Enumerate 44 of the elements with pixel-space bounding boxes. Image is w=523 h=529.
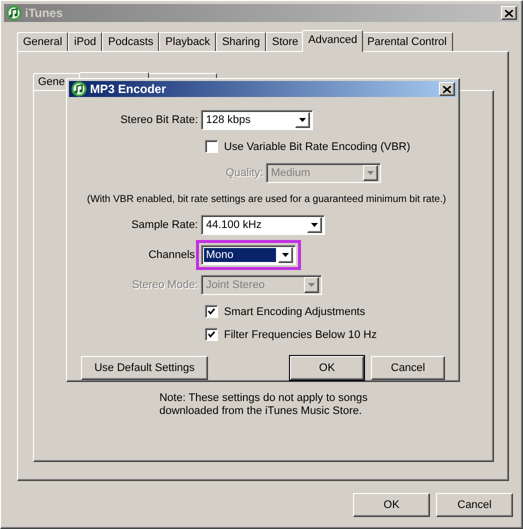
checkbox[interactable] — [205, 328, 218, 341]
tab[interactable]: Sharing — [216, 32, 266, 51]
dropdown[interactable]: 128 kbps — [201, 110, 313, 130]
checkmark-icon — [208, 308, 215, 315]
close-button[interactable] — [439, 82, 455, 96]
dropdown[interactable]: Mono — [201, 245, 296, 265]
dropdown[interactable]: 44.100 kHz — [201, 215, 325, 235]
checkbox[interactable] — [205, 140, 218, 153]
checkbox-label: Use Variable Bit Rate Encoding (VBR) — [224, 140, 410, 152]
default-settings-button[interactable]: Use Default Settings — [81, 356, 208, 380]
checkbox-label: Smart Encoding Adjustments — [224, 306, 366, 318]
close-icon — [505, 10, 513, 16]
caret-icon — [299, 118, 306, 122]
tab[interactable]: Advanced — [302, 30, 364, 52]
field-label: Channels: — [147, 249, 199, 261]
checkmark-icon — [208, 331, 215, 338]
window-title: iTunes — [25, 6, 64, 20]
field-label: Quality: — [224, 167, 264, 179]
field-label: Stereo Mode: — [130, 279, 199, 291]
ok-button[interactable]: OK — [353, 493, 430, 517]
checkbox[interactable] — [205, 305, 218, 318]
close-button[interactable] — [501, 6, 517, 20]
field-label: Stereo Bit Rate: — [119, 114, 199, 126]
field-label: Sample Rate: — [130, 219, 199, 231]
music-note-icon — [71, 81, 87, 97]
ok-button[interactable]: OK — [290, 356, 364, 380]
music-note-icon — [6, 5, 22, 21]
tab[interactable]: General — [17, 32, 68, 51]
checkbox-label: Filter Frequencies Below 10 Hz — [224, 328, 377, 340]
hint-text: (With VBR enabled, bit rate settings are used for a guaranteed minimum bit rate.) — [87, 194, 446, 204]
close-icon — [443, 86, 451, 92]
caret-icon — [308, 283, 315, 287]
tab[interactable]: Parental Control — [361, 32, 453, 51]
tab[interactable]: Playback — [159, 32, 216, 51]
cancel-button[interactable]: Cancel — [371, 356, 445, 380]
note-text: Note: These settings do not apply to songs downloaded from the iTunes Music Store. — [159, 392, 368, 418]
tab[interactable]: Podcasts — [102, 32, 160, 51]
tab[interactable]: iPod — [68, 32, 102, 51]
dialog-title: MP3 Encoder — [90, 82, 168, 96]
caret-icon — [311, 223, 318, 227]
caret-icon — [367, 171, 374, 175]
caret-icon — [282, 253, 289, 257]
cancel-button[interactable]: Cancel — [436, 493, 513, 517]
tab[interactable]: Store — [266, 32, 304, 51]
